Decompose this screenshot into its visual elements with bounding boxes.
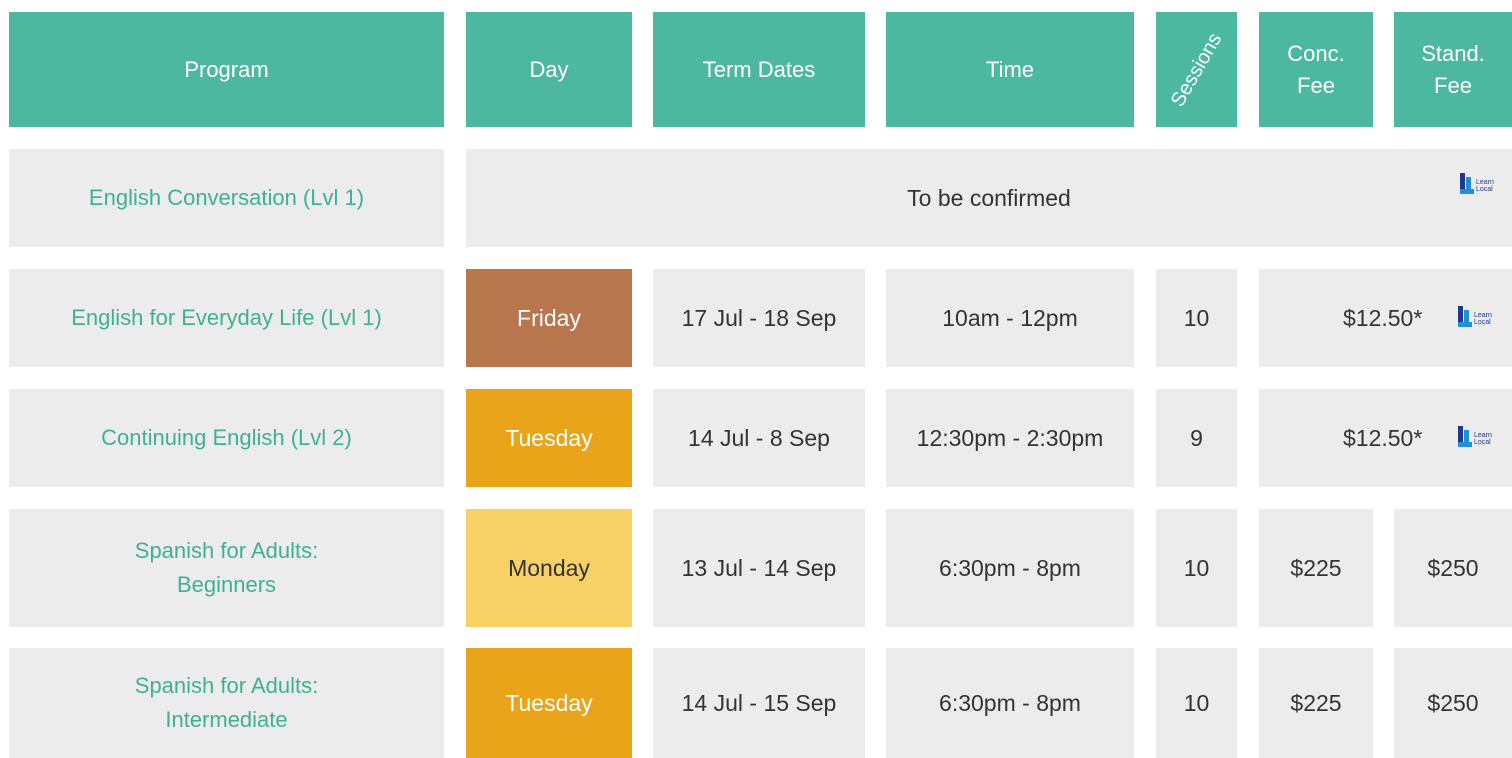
row4-sessions: 10	[1156, 509, 1237, 627]
row2-term-dates: 17 Jul - 18 Sep	[653, 269, 865, 367]
logo-line1: Learn	[1476, 179, 1494, 186]
header-stand-fee: Stand. Fee	[1394, 12, 1512, 127]
header-program: Program	[9, 12, 444, 127]
header-day: Day	[466, 12, 632, 127]
logo-line2: Local	[1474, 439, 1491, 446]
learn-local-logo-icon: Learn Local	[1458, 426, 1494, 448]
row4-time: 6:30pm - 8pm	[886, 509, 1134, 627]
header-stand-fee-line1: Stand.	[1421, 40, 1485, 66]
row3-time: 12:30pm - 2:30pm	[886, 389, 1134, 487]
logo-line1: Learn	[1474, 312, 1492, 319]
row5-stand-fee: $250	[1394, 648, 1512, 758]
logo-line1: Learn	[1474, 432, 1492, 439]
header-conc-fee-line2: Fee	[1297, 72, 1335, 98]
row2-program: English for Everyday Life (Lvl 1)	[9, 269, 444, 367]
row5-day: Tuesday	[466, 648, 632, 758]
row4-program-line1: Spanish for Adults:	[134, 538, 319, 563]
row5-program-line1: Spanish for Adults:	[134, 673, 319, 698]
logo-line2: Local	[1474, 319, 1491, 326]
row2-day: Friday	[466, 269, 632, 367]
logo-line2: Local	[1476, 186, 1493, 193]
row3-sessions: 9	[1156, 389, 1237, 487]
learn-local-logo-icon: Learn Local	[1458, 306, 1494, 328]
header-term-dates: Term Dates	[653, 12, 865, 127]
header-stand-fee-line2: Fee	[1434, 72, 1472, 98]
row5-program: Spanish for Adults: Intermediate	[9, 648, 444, 758]
row3-day: Tuesday	[466, 389, 632, 487]
row3-term-dates: 14 Jul - 8 Sep	[653, 389, 865, 487]
header-conc-fee: Conc. Fee	[1259, 12, 1373, 127]
header-sessions-label: Sessions	[1166, 28, 1227, 111]
row1-notice: To be confirmed	[466, 149, 1512, 247]
row5-program-line2: Intermediate	[165, 707, 288, 732]
row2-sessions: 10	[1156, 269, 1237, 367]
row4-program-line2: Beginners	[176, 572, 277, 597]
header-time: Time	[886, 12, 1134, 127]
row1-notice-text: To be confirmed	[907, 184, 1071, 211]
row3-fee-text: $12.50*	[1343, 424, 1423, 451]
row4-day: Monday	[466, 509, 632, 627]
row2-fee-text: $12.50*	[1343, 304, 1423, 331]
learn-local-logo-icon: Learn Local	[1460, 173, 1496, 195]
row5-term-dates: 14 Jul - 15 Sep	[653, 648, 865, 758]
row4-stand-fee: $250	[1394, 509, 1512, 627]
row4-term-dates: 13 Jul - 14 Sep	[653, 509, 865, 627]
row4-conc-fee: $225	[1259, 509, 1373, 627]
header-conc-fee-line1: Conc.	[1287, 40, 1345, 66]
row4-program: Spanish for Adults: Beginners	[9, 509, 444, 627]
row1-program: English Conversation (Lvl 1)	[9, 149, 444, 247]
row5-conc-fee: $225	[1259, 648, 1373, 758]
row3-program: Continuing English (Lvl 2)	[9, 389, 444, 487]
row2-time: 10am - 12pm	[886, 269, 1134, 367]
row5-time: 6:30pm - 8pm	[886, 648, 1134, 758]
header-sessions: Sessions	[1156, 12, 1237, 127]
row5-sessions: 10	[1156, 648, 1237, 758]
